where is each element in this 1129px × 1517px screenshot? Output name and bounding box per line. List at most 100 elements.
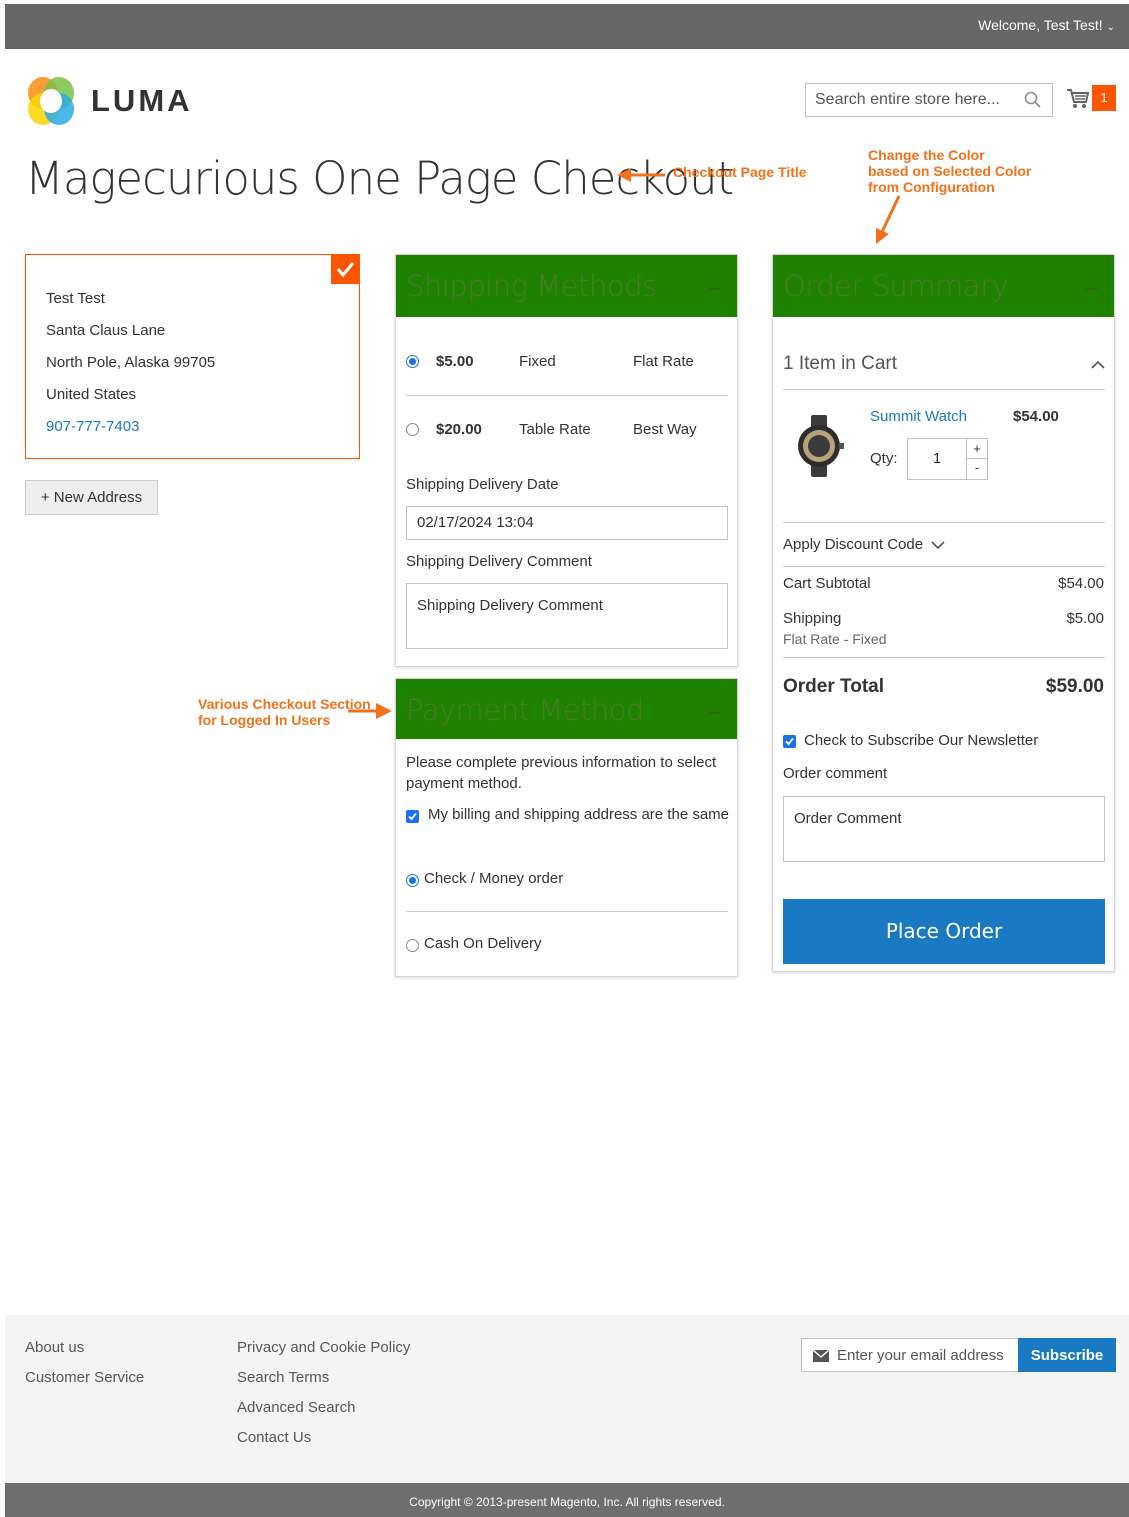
discount-toggle[interactable]: Apply Discount Code <box>783 536 923 553</box>
newsletter-email-input[interactable]: Enter your email address <box>801 1338 1021 1372</box>
store-logo[interactable]: LUMA <box>25 73 195 129</box>
payment-notice-line-2: payment method. <box>406 775 522 792</box>
top-bar: Welcome, Test Test! ⌄ <box>5 4 1129 49</box>
divider <box>783 522 1105 523</box>
chevron-down-icon: ⌄ <box>1106 22 1115 33</box>
arrow-down-icon <box>876 195 901 244</box>
sections-annotation-line-2: for Logged In Users <box>198 712 331 728</box>
footer-link[interactable]: Advanced Search <box>237 1399 355 1416</box>
same-address-label: My billing and shipping address are the … <box>428 806 730 823</box>
collapse-icon[interactable]: – <box>709 699 721 725</box>
payment-method-label[interactable]: Cash On Delivery <box>424 935 542 952</box>
delivery-date-label: Shipping Delivery Date <box>406 476 559 493</box>
payment-method-header: Payment Method – <box>396 679 737 739</box>
order-comment-label: Order comment <box>783 765 888 782</box>
chevron-down-icon[interactable] <box>931 540 945 550</box>
address-street: Santa Claus Lane <box>46 322 166 339</box>
sections-annotation: Various Checkout Section for Logged In U… <box>198 696 371 728</box>
logo-text: LUMA <box>91 83 193 118</box>
shipping-price: $5.00 <box>436 353 474 370</box>
shipping-method-row[interactable]: $5.00 Fixed Flat Rate <box>406 353 728 393</box>
shipping-method-row[interactable]: $20.00 Table Rate Best Way <box>406 421 728 461</box>
order-total-label: Order Total <box>783 676 884 697</box>
envelope-icon <box>813 1350 829 1362</box>
footer-link[interactable]: Customer Service <box>25 1369 144 1386</box>
shipping-method-summary: Flat Rate - Fixed <box>783 631 887 647</box>
shipping-value: $5.00 <box>1066 610 1104 627</box>
same-address-checkbox[interactable] <box>406 810 419 823</box>
order-summary-title: Order Summary <box>783 269 1009 303</box>
address-country: United States <box>46 386 137 403</box>
color-annotation: Change the Color based on Selected Color… <box>868 147 1031 195</box>
search-box <box>805 83 1053 117</box>
shipping-label: Shipping <box>783 610 842 627</box>
qty-plus-button[interactable]: + <box>967 439 987 459</box>
payment-notice: Please complete previous information to … <box>406 752 726 794</box>
subscribe-button[interactable]: Subscribe <box>1018 1338 1116 1372</box>
color-annotation-line-2: based on Selected Color <box>868 163 1032 179</box>
payment-method-panel: Payment Method – Please complete previou… <box>395 678 738 977</box>
cart-icon <box>1067 89 1090 108</box>
shipping-address-card[interactable]: Test Test Santa Claus Lane North Pole, A… <box>25 254 360 459</box>
order-summary-panel: Order Summary – 1 Item in Cart Summit Wa… <box>772 254 1115 972</box>
search-input[interactable] <box>806 84 1016 116</box>
footer-link[interactable]: Search Terms <box>237 1369 329 1386</box>
cart-count-badge: 1 <box>1092 85 1116 111</box>
sections-annotation-line-1: Various Checkout Section <box>198 696 371 712</box>
delivery-comment-label: Shipping Delivery Comment <box>406 553 592 570</box>
divider <box>783 389 1105 390</box>
chevron-up-icon[interactable] <box>1091 360 1105 370</box>
qty-stepper: + - <box>966 438 988 480</box>
address-city: North Pole, Alaska 99705 <box>46 354 216 371</box>
color-annotation-line-1: Change the Color <box>868 147 985 163</box>
payment-radio[interactable] <box>406 874 419 887</box>
luma-logo-icon <box>28 77 74 125</box>
copyright: Copyright © 2013-present Magento, Inc. A… <box>5 1483 1129 1517</box>
subtotal-label: Cart Subtotal <box>783 575 871 592</box>
selected-check-icon <box>331 254 360 284</box>
product-price: $54.00 <box>1013 408 1059 425</box>
shipping-method-name: Table Rate <box>519 421 591 438</box>
qty-input[interactable]: 1 <box>907 438 967 480</box>
footer-link[interactable]: About us <box>25 1339 84 1356</box>
payment-method-title: Payment Method <box>406 693 644 727</box>
shipping-methods-panel: Shipping Methods – $5.00 Fixed Flat Rate… <box>395 254 738 667</box>
order-total-value: $59.00 <box>1045 676 1104 697</box>
footer-link[interactable]: Contact Us <box>237 1429 311 1446</box>
product-name-link[interactable]: Summit Watch <box>870 408 967 425</box>
address-phone[interactable]: 907-777-7403 <box>46 411 339 443</box>
collapse-icon[interactable]: – <box>1086 275 1098 301</box>
shipping-radio[interactable] <box>406 423 419 436</box>
subtotal-value: $54.00 <box>1058 575 1104 592</box>
shipping-radio[interactable] <box>406 355 419 368</box>
newsletter-form: Enter your email address Subscribe <box>801 1338 1119 1372</box>
items-in-cart[interactable]: 1 Item in Cart <box>783 353 897 375</box>
shipping-carrier: Best Way <box>633 421 697 438</box>
order-comment-textarea[interactable]: Order Comment <box>783 796 1105 862</box>
minicart[interactable]: 1 <box>1066 85 1116 113</box>
payment-radio[interactable] <box>406 939 419 952</box>
footer-link[interactable]: Privacy and Cookie Policy <box>237 1339 410 1356</box>
payment-method-label[interactable]: Check / Money order <box>424 870 563 887</box>
arrow-left-icon <box>617 168 665 182</box>
welcome-menu[interactable]: Welcome, Test Test! ⌄ <box>978 17 1115 33</box>
footer: About us Customer Service Privacy and Co… <box>5 1315 1129 1483</box>
qty-minus-button[interactable]: - <box>967 459 987 479</box>
newsletter-checkbox[interactable] <box>783 735 796 748</box>
delivery-comment-textarea[interactable]: Shipping Delivery Comment <box>406 583 728 649</box>
collapse-icon[interactable]: – <box>709 275 721 301</box>
place-order-button[interactable]: Place Order <box>783 899 1105 964</box>
shipping-methods-title: Shipping Methods <box>406 269 657 303</box>
divider <box>406 911 728 912</box>
arrow-right-icon <box>348 703 392 719</box>
new-address-button[interactable]: + New Address <box>25 480 158 515</box>
newsletter-label: Check to Subscribe Our Newsletter <box>804 732 1039 749</box>
qty-label: Qty: <box>870 450 898 467</box>
divider <box>406 395 728 396</box>
shipping-carrier: Flat Rate <box>633 353 694 370</box>
delivery-date-input[interactable]: 02/17/2024 13:04 <box>406 506 728 540</box>
search-icon[interactable] <box>1024 91 1042 109</box>
welcome-text: Welcome, Test Test! <box>978 17 1103 33</box>
title-annotation: Checkout Page Title <box>673 164 807 180</box>
divider <box>783 566 1105 567</box>
